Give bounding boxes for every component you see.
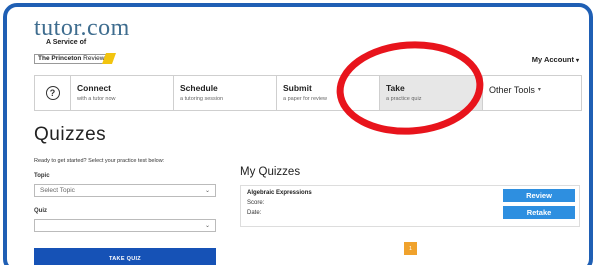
quiz-card: Algebraic Expressions Score: Date: Revie… xyxy=(240,185,580,227)
retake-button[interactable]: Retake xyxy=(503,206,575,219)
nav-other-tools-label: Other Tools xyxy=(489,84,535,95)
page-title: Quizzes xyxy=(34,124,107,145)
my-account-menu[interactable]: My Account ▾ xyxy=(532,55,579,64)
quiz-label: Quiz xyxy=(34,208,47,214)
quiz-select[interactable]: ⌄ xyxy=(34,219,216,232)
nav-schedule-subtitle: a tutoring session xyxy=(180,96,224,102)
topic-select[interactable]: Select Topic ⌄ xyxy=(34,184,216,197)
princeton-review-badge: The Princeton Review xyxy=(34,53,117,64)
nav-submit-subtitle: a paper for review xyxy=(283,96,328,102)
tutor-com-logo[interactable]: tutor.com A Service of The Princeton Rev… xyxy=(34,15,130,65)
nav-connect-subtitle: with a tutor now xyxy=(77,96,116,102)
take-quiz-button[interactable]: TAKE QUIZ xyxy=(34,248,216,265)
quiz-prompt-text: Ready to get started? Select your practi… xyxy=(34,158,165,164)
my-quizzes-heading: My Quizzes xyxy=(240,166,301,178)
nav-submit-title: Submit xyxy=(283,83,312,93)
nav-take-subtitle: a practice quiz xyxy=(386,96,422,102)
main-nav: ? Connect with a tutor now Schedule a tu… xyxy=(34,75,582,111)
nav-connect[interactable]: Connect with a tutor now xyxy=(71,76,174,110)
pagination-page-1[interactable]: 1 xyxy=(404,242,417,255)
help-button[interactable]: ? xyxy=(35,76,71,110)
nav-schedule[interactable]: Schedule a tutoring session xyxy=(174,76,277,110)
chevron-down-icon: ⌄ xyxy=(204,223,210,229)
caret-down-icon: ▾ xyxy=(537,87,541,93)
princeton-stripe-icon xyxy=(102,53,117,64)
screenshot-frame: tutor.com A Service of The Princeton Rev… xyxy=(3,3,593,265)
nav-schedule-title: Schedule xyxy=(180,83,218,93)
my-account-label: My Account xyxy=(531,55,574,64)
topic-label: Topic xyxy=(34,173,50,179)
nav-connect-title: Connect xyxy=(77,83,111,93)
question-mark-icon: ? xyxy=(45,86,60,100)
caret-down-icon: ▾ xyxy=(575,58,579,64)
chevron-down-icon: ⌄ xyxy=(204,188,210,194)
topic-select-value: Select Topic xyxy=(40,187,75,194)
nav-take[interactable]: Take a practice quiz xyxy=(380,76,483,110)
nav-other-tools[interactable]: Other Tools ▾ xyxy=(483,76,581,110)
nav-submit[interactable]: Submit a paper for review xyxy=(277,76,380,110)
logo-wordmark: tutor.com xyxy=(34,15,130,41)
review-button[interactable]: Review xyxy=(503,189,575,202)
nav-take-title: Take xyxy=(386,83,405,93)
princeton-review-text: Review xyxy=(81,55,105,62)
princeton-bold-text: The Princeton xyxy=(38,55,82,62)
